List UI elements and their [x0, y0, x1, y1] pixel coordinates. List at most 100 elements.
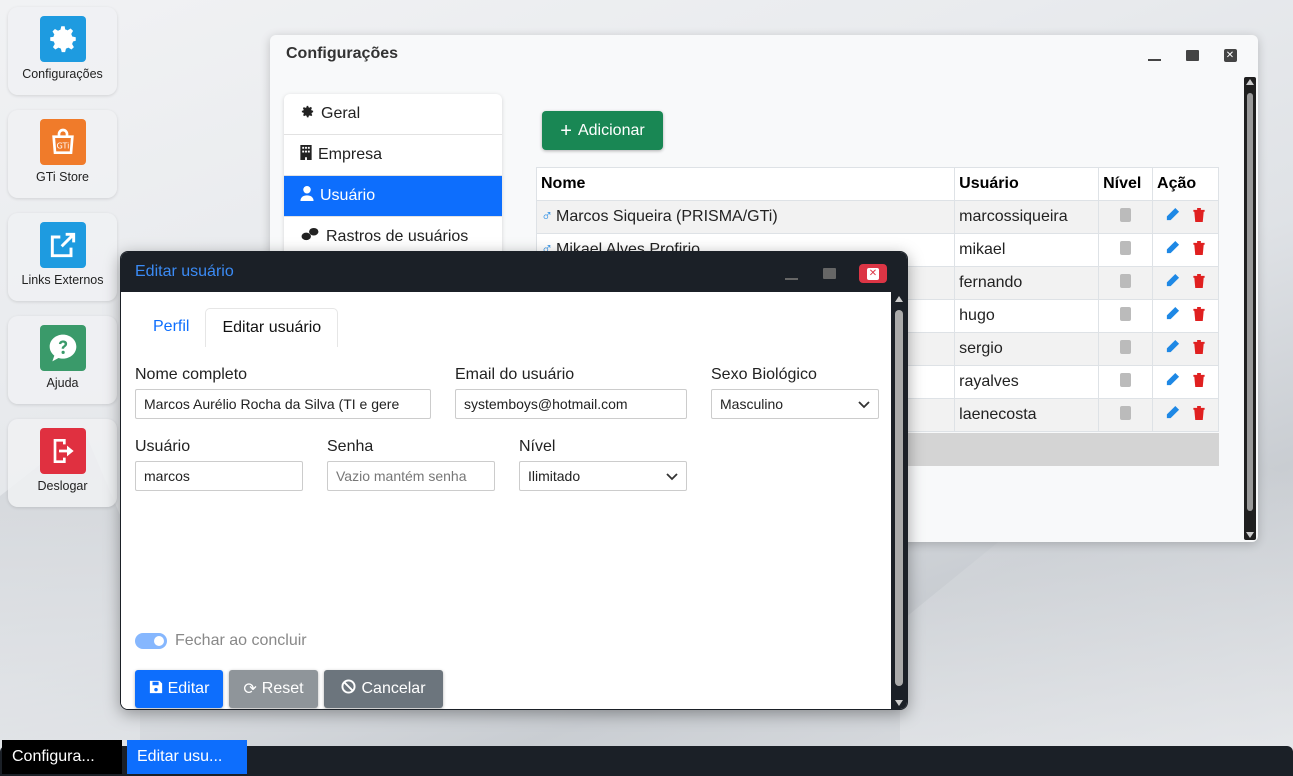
- id-badge-icon[interactable]: [1120, 306, 1132, 321]
- usuario-field[interactable]: marcos: [135, 461, 303, 491]
- id-badge-icon[interactable]: [1120, 207, 1132, 222]
- cell-nivel: [1098, 365, 1154, 399]
- desktop-icon-configuracoes[interactable]: Configurações: [8, 7, 117, 95]
- cell-acao: [1152, 200, 1219, 234]
- edit-pencil-icon[interactable]: [1165, 273, 1180, 292]
- cell-acao: [1152, 233, 1219, 267]
- usuario-label: Usuário: [135, 438, 191, 455]
- menu-item-usuario[interactable]: Usuário: [284, 176, 502, 217]
- desktop-icon-label: Configurações: [22, 67, 103, 81]
- user-name: Marcos Siqueira (PRISMA/GTi): [556, 208, 778, 225]
- close-on-finish-toggle[interactable]: Fechar ao concluir: [135, 632, 307, 650]
- cell-usuario: laenecosta: [954, 398, 1100, 432]
- tab-editar-usuario[interactable]: Editar usuário: [205, 308, 339, 347]
- scrollbar[interactable]: [1244, 77, 1256, 540]
- id-badge-icon[interactable]: [1120, 273, 1132, 288]
- cell-nivel: [1098, 398, 1154, 432]
- cell-usuario: marcossiqueira: [954, 200, 1100, 234]
- edit-form: Perfil Editar usuário Nome completo Marc…: [121, 292, 893, 709]
- taskbar-item-configuracoes[interactable]: Configura...: [2, 740, 122, 774]
- desktop-icon-links-externos[interactable]: Links Externos: [8, 213, 117, 301]
- trash-icon[interactable]: [1192, 306, 1206, 325]
- trash-icon[interactable]: [1192, 273, 1206, 292]
- gear-icon: [39, 16, 86, 62]
- reset-button[interactable]: ⟳ Reset: [229, 670, 318, 708]
- desktop-icon-label: Ajuda: [46, 376, 79, 390]
- close-icon[interactable]: ✕: [1222, 47, 1238, 63]
- senha-label: Senha: [327, 438, 374, 455]
- menu-item-empresa[interactable]: Empresa: [284, 135, 502, 176]
- cell-usuario: fernando: [954, 266, 1100, 300]
- settings-menu: Geral Empresa Usuário Rastros de usuário…: [284, 94, 502, 264]
- nome-field[interactable]: Marcos Aurélio Rocha da Silva (TI e gere: [135, 389, 431, 419]
- trash-icon[interactable]: [1192, 372, 1206, 391]
- chevron-down-icon: [858, 396, 870, 412]
- minimize-icon[interactable]: [783, 266, 799, 282]
- window-title: Configurações: [286, 45, 399, 62]
- menu-item-label: Geral: [321, 105, 361, 122]
- menu-item-label: Usuário: [320, 187, 376, 204]
- reset-icon: ⟳: [243, 681, 257, 698]
- maximize-icon[interactable]: [1184, 47, 1200, 63]
- trash-icon[interactable]: [1192, 405, 1206, 424]
- cancel-button-label: Cancelar: [361, 680, 426, 697]
- senha-field[interactable]: [327, 461, 495, 491]
- id-badge-icon[interactable]: [1120, 372, 1132, 387]
- trash-icon[interactable]: [1192, 240, 1206, 259]
- scrollbar[interactable]: [891, 292, 907, 709]
- cancel-button[interactable]: Cancelar: [324, 670, 443, 708]
- trash-icon[interactable]: [1192, 207, 1206, 226]
- cell-acao: [1152, 365, 1219, 399]
- desktop-icon-label: Links Externos: [21, 273, 104, 287]
- cell-usuario: sergio: [954, 332, 1100, 366]
- id-badge-icon[interactable]: [1120, 240, 1132, 255]
- cell-nivel: [1098, 332, 1154, 366]
- cell-acao: [1152, 299, 1219, 333]
- menu-item-geral[interactable]: Geral: [284, 94, 502, 135]
- desktop-icon-gti-store[interactable]: GTi GTi Store: [8, 110, 117, 198]
- table-row[interactable]: ♂ Marcos Siqueira (PRISMA/GTi) marcossique…: [535, 200, 1219, 234]
- cell-nome: ♂ Marcos Siqueira (PRISMA/GTi): [535, 200, 956, 234]
- footprints-icon: [300, 227, 320, 247]
- trash-icon[interactable]: [1192, 339, 1206, 358]
- sexo-value: Masculino: [720, 396, 784, 412]
- nivel-select[interactable]: Ilimitado: [519, 461, 687, 491]
- edit-pencil-icon[interactable]: [1165, 306, 1180, 325]
- gear-icon: [300, 104, 315, 124]
- help-icon: [39, 325, 86, 371]
- sexo-select[interactable]: Masculino: [711, 389, 879, 419]
- close-icon[interactable]: ✕: [859, 264, 887, 283]
- edit-pencil-icon[interactable]: [1165, 240, 1180, 259]
- cell-acao: [1152, 398, 1219, 432]
- desktop-icon-ajuda[interactable]: Ajuda: [8, 316, 117, 404]
- cell-nivel: [1098, 200, 1154, 234]
- edit-button[interactable]: Editar: [135, 670, 223, 708]
- column-header-acao: Ação: [1152, 167, 1219, 201]
- add-user-button[interactable]: + Adicionar: [542, 111, 663, 150]
- id-badge-icon[interactable]: [1120, 405, 1132, 420]
- edit-pencil-icon[interactable]: [1165, 207, 1180, 226]
- column-header-nivel: Nível: [1098, 167, 1154, 201]
- edit-pencil-icon[interactable]: [1165, 405, 1180, 424]
- desktop-icon-deslogar[interactable]: Deslogar: [8, 419, 117, 507]
- id-badge-icon[interactable]: [1120, 339, 1132, 354]
- cell-nivel: [1098, 233, 1154, 267]
- edit-pencil-icon[interactable]: [1165, 339, 1180, 358]
- email-field[interactable]: systemboys@hotmail.com: [455, 389, 687, 419]
- minimize-icon[interactable]: [1146, 47, 1162, 63]
- maximize-icon[interactable]: [821, 266, 837, 282]
- external-link-icon: [39, 222, 86, 268]
- cell-usuario: hugo: [954, 299, 1100, 333]
- desktop-icon-label: Deslogar: [37, 479, 88, 493]
- user-icon: [300, 186, 314, 206]
- tab-perfil[interactable]: Perfil: [137, 308, 205, 347]
- taskbar-item-editar-usuario[interactable]: Editar usu...: [127, 740, 247, 774]
- column-header-nome: Nome: [535, 167, 956, 201]
- sexo-label: Sexo Biológico: [711, 366, 817, 383]
- chevron-down-icon: [666, 468, 678, 484]
- cell-acao: [1152, 266, 1219, 300]
- edit-pencil-icon[interactable]: [1165, 372, 1180, 391]
- nivel-label: Nível: [519, 438, 556, 455]
- email-label: Email do usuário: [455, 366, 575, 383]
- toggle-switch[interactable]: [135, 633, 167, 649]
